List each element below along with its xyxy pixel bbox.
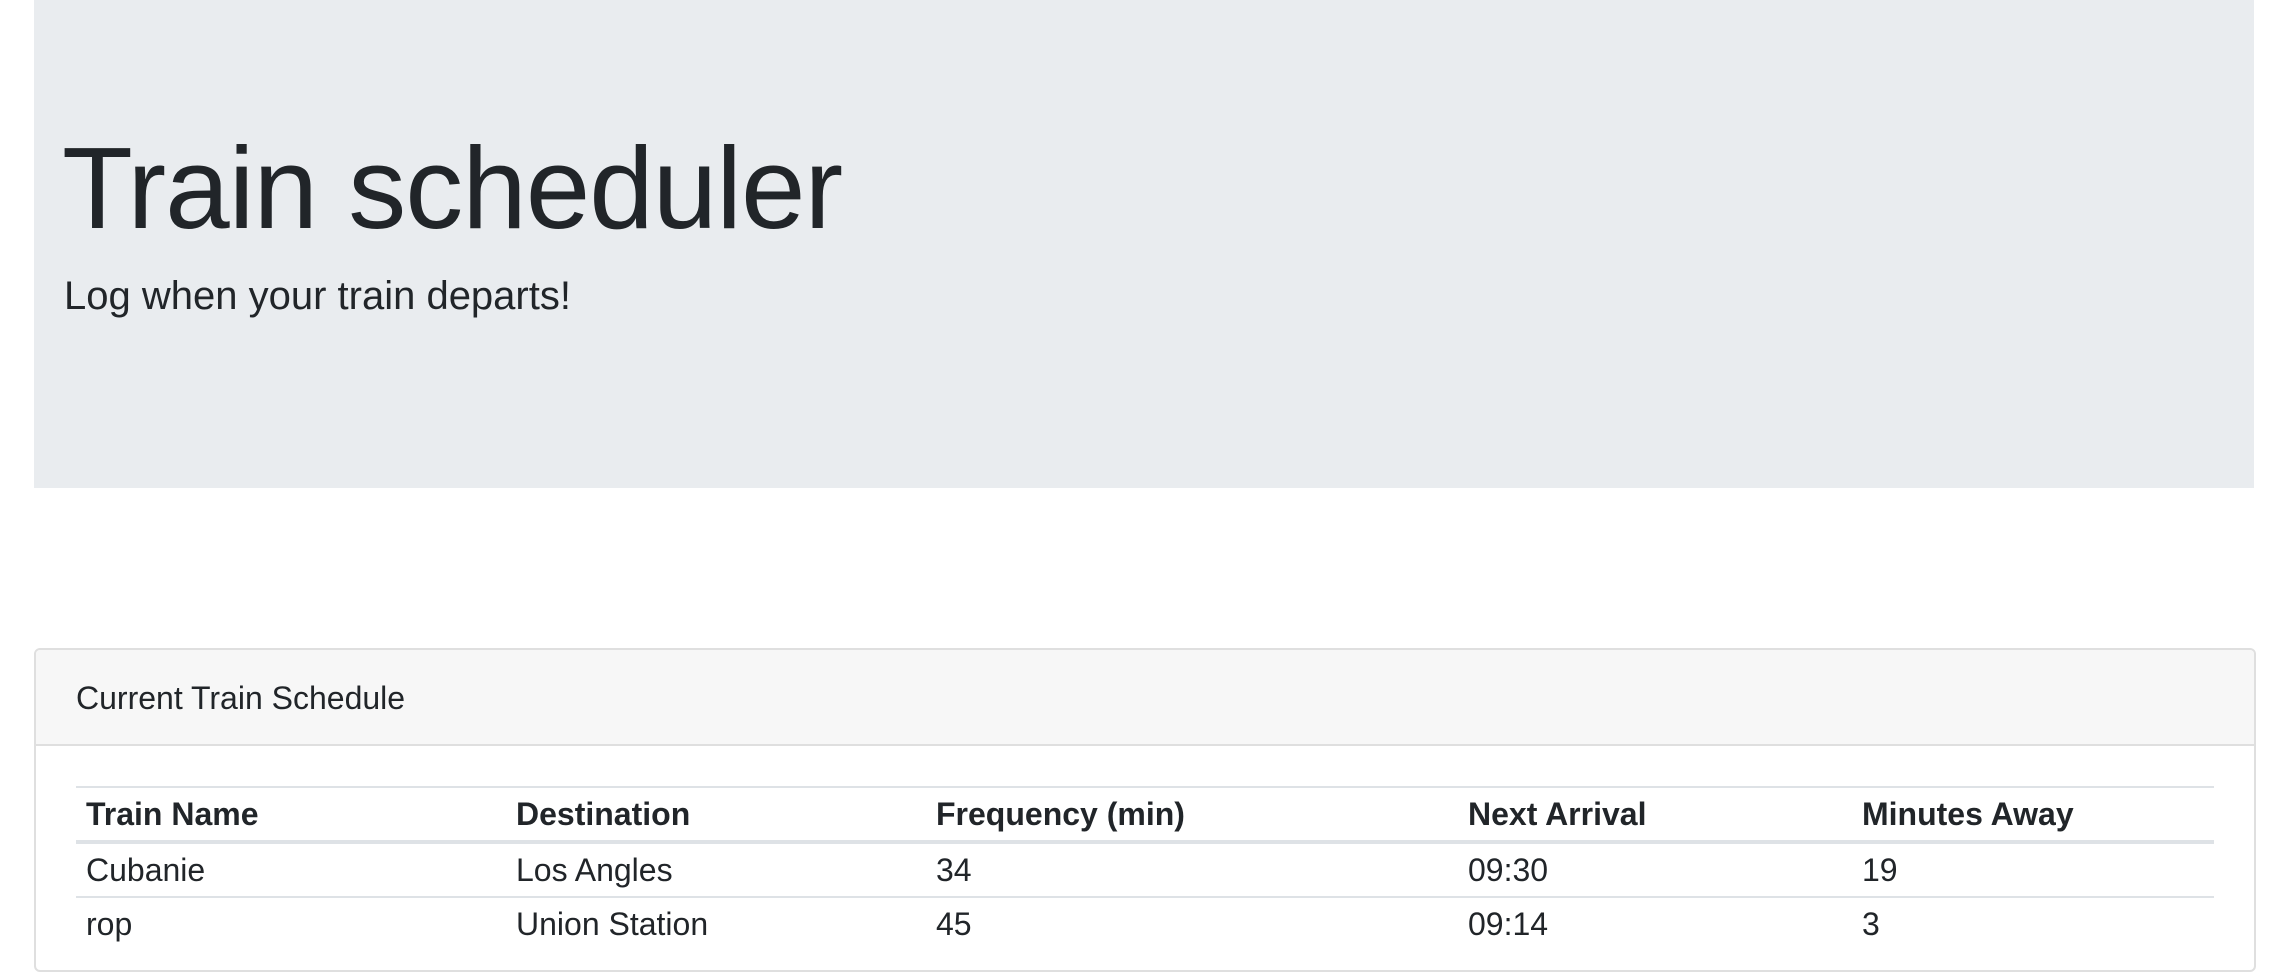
page-subtitle: Log when your train departs!: [64, 274, 571, 318]
table-row: rop Union Station 45 09:14 3: [76, 896, 2214, 950]
schedule-card-body: Train Name Destination Frequency (min) N…: [36, 746, 2254, 950]
cell-minutes-away: 3: [1852, 896, 2214, 950]
train-schedule-table: Train Name Destination Frequency (min) N…: [76, 786, 2214, 950]
column-header-frequency: Frequency (min): [926, 786, 1458, 844]
cell-destination: Los Angles: [506, 841, 926, 897]
column-header-destination: Destination: [506, 786, 926, 844]
cell-minutes-away: 19: [1852, 841, 2214, 897]
schedule-card-header: Current Train Schedule: [36, 650, 2254, 746]
table-row: Cubanie Los Angles 34 09:30 19: [76, 841, 2214, 897]
cell-next-arrival: 09:30: [1458, 841, 1852, 897]
column-header-train-name: Train Name: [76, 786, 506, 844]
column-header-next-arrival: Next Arrival: [1458, 786, 1852, 844]
page-title: Train scheduler: [62, 123, 843, 253]
cell-train-name: rop: [76, 896, 506, 950]
cell-next-arrival: 09:14: [1458, 896, 1852, 950]
cell-frequency: 45: [926, 896, 1458, 950]
cell-frequency: 34: [926, 841, 1458, 897]
schedule-card: Current Train Schedule Train Name Destin…: [34, 648, 2256, 972]
table-header-row: Train Name Destination Frequency (min) N…: [76, 786, 2214, 844]
column-header-minutes-away: Minutes Away: [1852, 786, 2214, 844]
cell-destination: Union Station: [506, 896, 926, 950]
cell-train-name: Cubanie: [76, 841, 506, 897]
jumbotron-header: Train scheduler Log when your train depa…: [34, 0, 2254, 488]
